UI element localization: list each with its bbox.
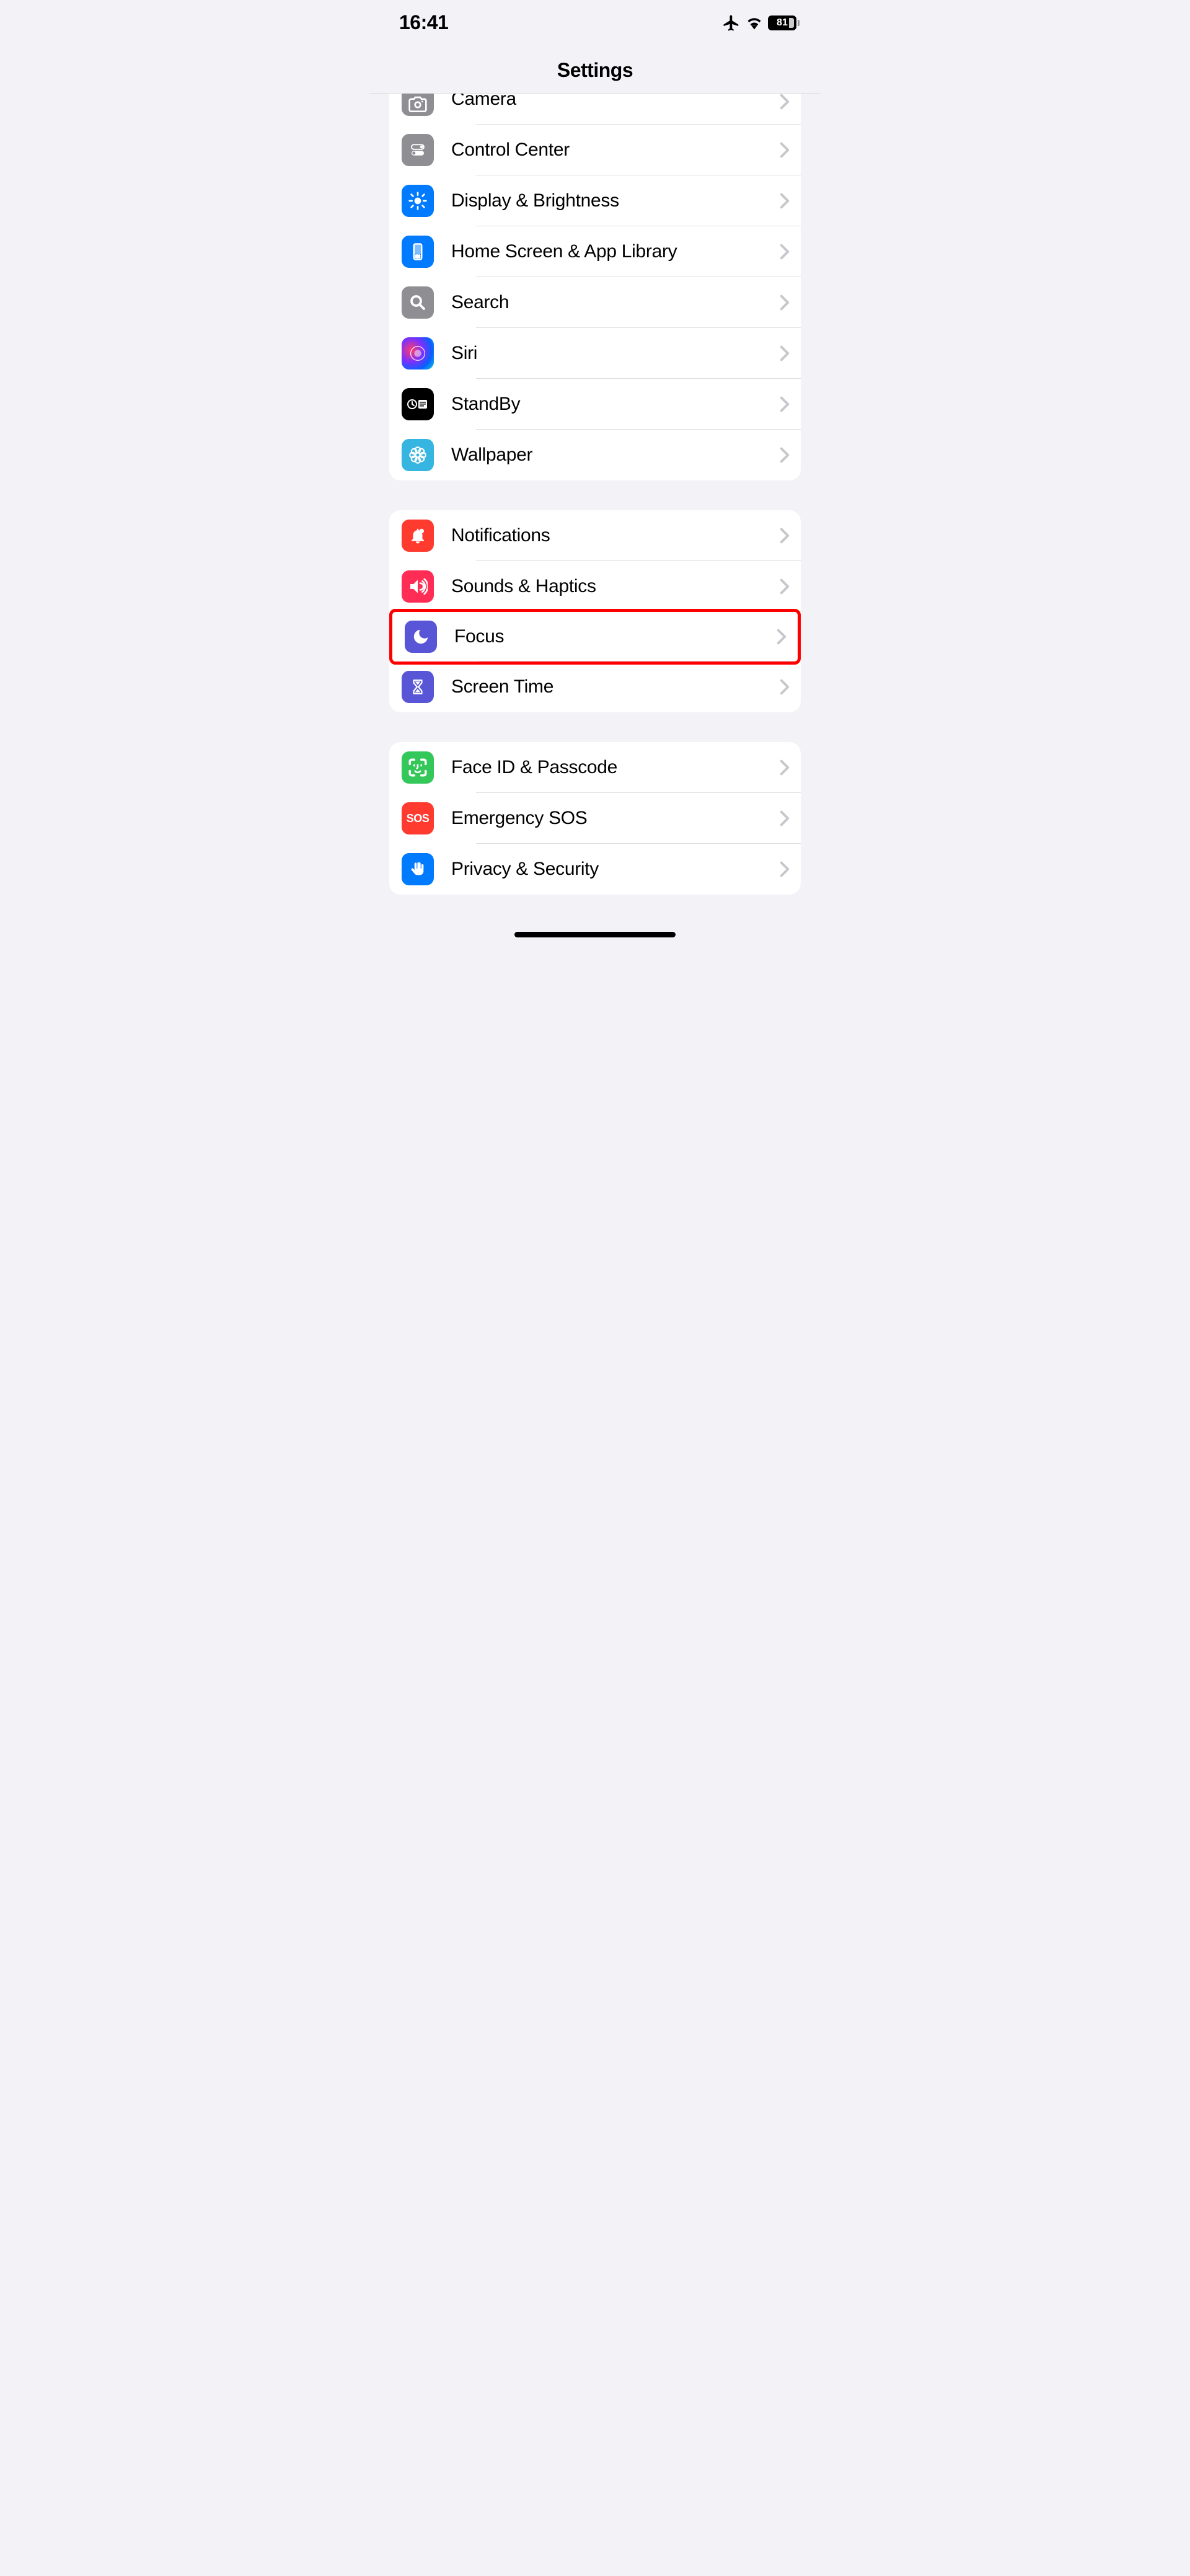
settings-group: Camera Control Center Display & Brightness… (389, 94, 801, 480)
settings-row-camera[interactable]: Camera (389, 94, 801, 125)
settings-row-display-brightness[interactable]: Display & Brightness (389, 175, 801, 226)
battery-indicator: 81 (768, 15, 800, 30)
row-label: Emergency SOS (451, 808, 780, 829)
row-label: Wallpaper (451, 445, 780, 466)
settings-row-privacy-security[interactable]: Privacy & Security (389, 844, 801, 895)
standby-icon (402, 388, 434, 420)
chevron-right-icon (780, 193, 790, 209)
settings-row-control-center[interactable]: Control Center (389, 125, 801, 175)
chevron-right-icon (780, 142, 790, 158)
settings-row-focus[interactable]: Focus (389, 609, 801, 665)
chevron-right-icon (780, 447, 790, 463)
wifi-icon (746, 14, 763, 32)
row-label: Screen Time (451, 676, 780, 697)
home-indicator[interactable] (514, 932, 676, 937)
speaker-icon (402, 570, 434, 603)
hand-icon (402, 853, 434, 885)
row-label: Notifications (451, 525, 780, 546)
chevron-right-icon (780, 528, 790, 544)
moon-icon (405, 621, 437, 653)
chevron-right-icon (780, 396, 790, 412)
page-header: Settings (369, 40, 821, 94)
chevron-right-icon (777, 629, 787, 645)
settings-row-face-id-passcode[interactable]: Face ID & Passcode (389, 742, 801, 793)
settings-group: Face ID & Passcode SOS Emergency SOS Privac… (389, 742, 801, 895)
battery-percent: 81 (777, 17, 788, 29)
row-label: Focus (454, 626, 777, 647)
row-label: Face ID & Passcode (451, 757, 780, 778)
status-bar: 16:41 81 (369, 0, 821, 40)
status-icons: 81 (722, 14, 800, 32)
sun-icon (402, 185, 434, 217)
chevron-right-icon (780, 810, 790, 826)
row-label: Control Center (451, 139, 780, 161)
bell-icon (402, 520, 434, 552)
page-title: Settings (369, 59, 821, 82)
settings-row-emergency-sos[interactable]: SOS Emergency SOS (389, 793, 801, 844)
row-label: Display & Brightness (451, 190, 780, 211)
row-label: Siri (451, 343, 780, 364)
phone-icon (402, 236, 434, 268)
settings-row-search[interactable]: Search (389, 277, 801, 328)
row-label: Search (451, 292, 780, 313)
chevron-right-icon (780, 759, 790, 776)
row-label: Sounds & Haptics (451, 576, 780, 597)
settings-row-siri[interactable]: Siri (389, 328, 801, 379)
hourglass-icon (402, 671, 434, 703)
chevron-right-icon (780, 244, 790, 260)
chevron-right-icon (780, 861, 790, 877)
chevron-right-icon (780, 345, 790, 361)
chevron-right-icon (780, 94, 790, 110)
magnify-icon (402, 286, 434, 319)
switches-icon (402, 134, 434, 166)
row-label: Home Screen & App Library (451, 241, 780, 262)
sos-icon: SOS (402, 802, 434, 834)
airplane-icon (722, 14, 741, 32)
chevron-right-icon (780, 294, 790, 311)
siri-icon (402, 337, 434, 370)
camera-icon (402, 94, 434, 116)
row-label: StandBy (451, 394, 780, 415)
row-label: Privacy & Security (451, 859, 780, 880)
status-time: 16:41 (399, 11, 448, 34)
chevron-right-icon (780, 578, 790, 595)
faceid-icon (402, 751, 434, 784)
flower-icon (402, 439, 434, 471)
settings-row-wallpaper[interactable]: Wallpaper (389, 430, 801, 480)
chevron-right-icon (780, 679, 790, 695)
settings-row-sounds-haptics[interactable]: Sounds & Haptics (389, 561, 801, 612)
settings-row-standby[interactable]: StandBy (389, 379, 801, 430)
settings-row-notifications[interactable]: Notifications (389, 510, 801, 561)
row-label: Camera (451, 94, 780, 110)
settings-row-screen-time[interactable]: Screen Time (389, 662, 801, 712)
settings-group: Notifications Sounds & Haptics Focus Screen… (389, 510, 801, 712)
settings-row-home-screen-app-library[interactable]: Home Screen & App Library (389, 226, 801, 277)
